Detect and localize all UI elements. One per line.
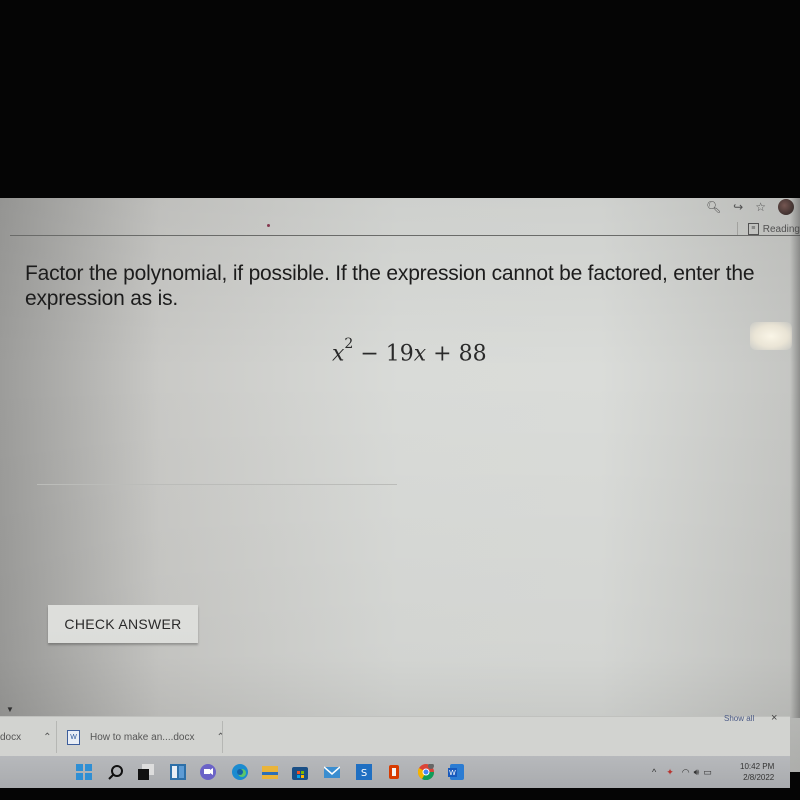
header-divider	[10, 235, 800, 236]
reading-list-icon: ≡	[747, 223, 759, 235]
close-icon[interactable]: ×	[771, 712, 777, 724]
word-doc-icon: W	[67, 729, 80, 745]
tray-app-icon[interactable]: ✦	[666, 767, 674, 778]
task-view-icon[interactable]	[138, 764, 154, 780]
divider	[56, 721, 57, 753]
scroll-down-arrow[interactable]: ▼	[6, 705, 14, 714]
zoom-icon[interactable]: 🔍︎	[706, 201, 721, 213]
svg-text:S: S	[361, 768, 367, 779]
wifi-icon[interactable]: ◠	[682, 767, 690, 778]
answer-input[interactable]	[37, 484, 397, 485]
word-icon[interactable]: W	[448, 764, 464, 780]
expr-var: x	[332, 341, 345, 367]
share-icon[interactable]: ↪	[733, 201, 743, 213]
show-hidden-icons-chevron[interactable]: ^	[652, 767, 656, 777]
microsoft-store-icon[interactable]	[292, 764, 308, 780]
system-tray: ^ ✦ ◠ 🔊︎ ▭	[652, 756, 712, 788]
edge-browser-icon[interactable]	[232, 764, 248, 780]
chrome-icon[interactable]	[417, 763, 435, 781]
expr-exponent: 2	[344, 336, 354, 352]
download-filename: docx	[0, 731, 22, 743]
expr-var-2: x	[413, 341, 427, 367]
divider	[736, 222, 738, 236]
expr-tail: + 88	[426, 341, 487, 367]
polynomial-expression: x2 − 19x + 88	[332, 336, 487, 367]
app-s-icon[interactable]: S	[356, 764, 372, 780]
star-icon[interactable]: ☆	[755, 201, 766, 213]
screen-edge	[790, 198, 800, 718]
taskbar-clock[interactable]: 10:42 PM 2/8/2022	[740, 761, 774, 783]
indicator-dot	[267, 224, 270, 227]
file-explorer-icon[interactable]	[262, 764, 278, 780]
expr-middle: − 19	[353, 341, 414, 367]
widgets-icon[interactable]	[170, 764, 186, 780]
show-all-link[interactable]: Show all	[724, 714, 754, 723]
downloads-bar: docx ⌃ W How to make an....docx ⌃	[0, 716, 790, 757]
teams-chat-icon[interactable]	[200, 764, 216, 780]
question-prompt: Factor the polynomial, if possible. If t…	[25, 262, 755, 310]
screen-glare	[750, 322, 792, 350]
chevron-up-icon[interactable]: ⌃	[217, 732, 225, 743]
check-answer-button[interactable]: CHECK ANSWER	[48, 605, 198, 643]
clock-time: 10:42 PM	[740, 762, 775, 771]
chevron-up-icon[interactable]: ⌃	[43, 732, 51, 743]
office-icon[interactable]	[386, 764, 402, 780]
clock-date: 2/8/2022	[743, 773, 775, 782]
windows-start-icon[interactable]	[76, 764, 92, 780]
search-icon[interactable]	[108, 764, 124, 780]
download-filename: How to make an....docx	[90, 731, 195, 743]
mail-icon[interactable]	[323, 764, 341, 780]
divider	[222, 721, 223, 753]
battery-icon[interactable]: ▭	[703, 767, 712, 778]
browser-toolbar: 🔍︎ ↪ ☆	[706, 198, 800, 216]
taskbar: S W ^ ✦ ◠ 🔊︎ ▭ 10:42 PM 2/8/2022	[0, 756, 790, 788]
download-item[interactable]: W How to make an....docx ⌃	[67, 717, 225, 757]
svg-text:W: W	[449, 769, 456, 777]
volume-icon[interactable]: 🔊︎	[694, 767, 700, 778]
browser-screen: 🔍︎ ↪ ☆ ≡ Reading Factor the polynomial, …	[0, 198, 800, 772]
download-item[interactable]: docx ⌃	[0, 717, 52, 757]
